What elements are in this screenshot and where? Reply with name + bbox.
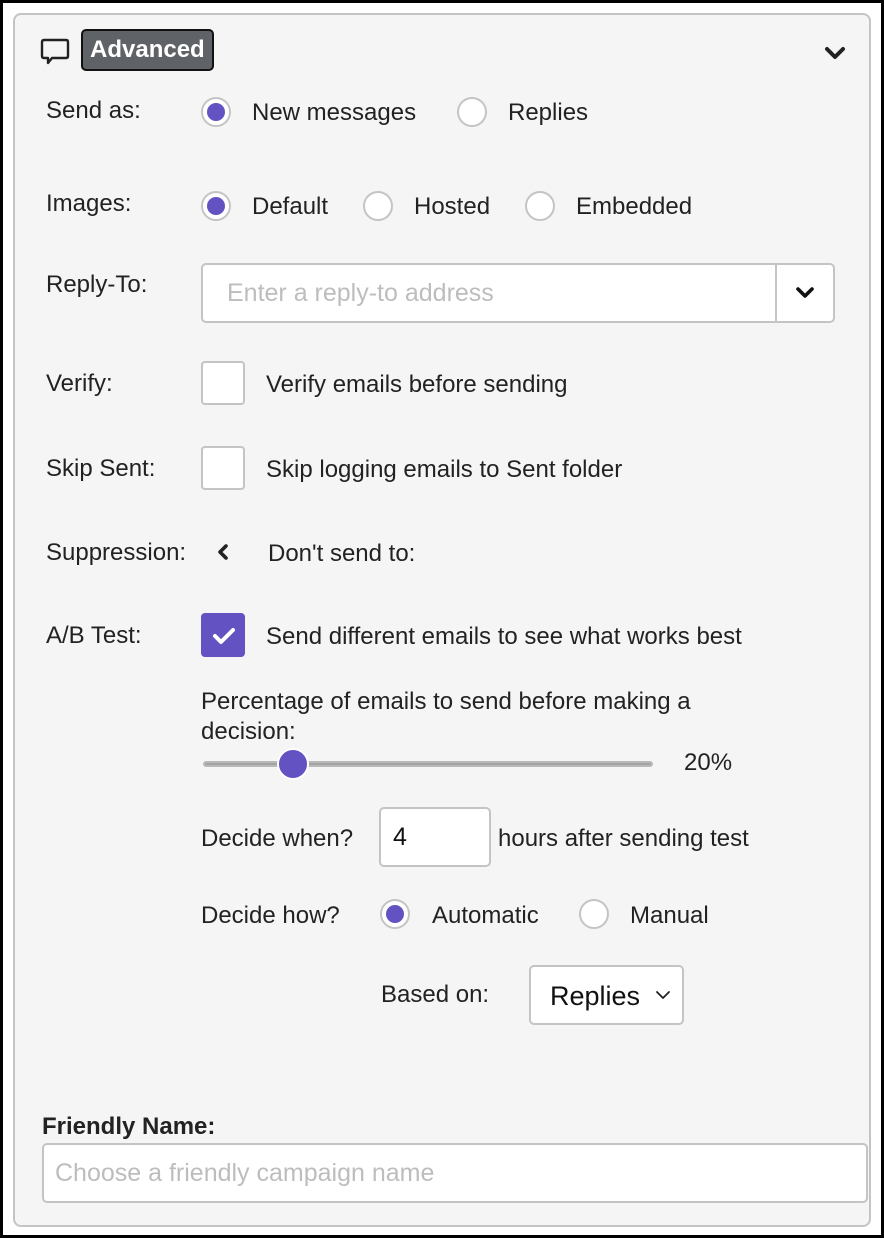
decide-when-suffix: hours after sending test	[498, 825, 749, 852]
chevron-down-icon[interactable]	[823, 43, 847, 63]
skip-sent-label: Skip Sent:	[46, 455, 156, 482]
suppression-text: Don't send to:	[268, 540, 416, 567]
decide-how-automatic-label[interactable]: Automatic	[432, 902, 539, 930]
reply-to-label: Reply-To:	[46, 271, 148, 298]
ab-test-checkbox[interactable]	[201, 613, 245, 657]
chevron-down-icon	[656, 991, 670, 999]
percentage-value: 20%	[684, 749, 733, 776]
send-as-replies-label[interactable]: Replies	[508, 99, 588, 127]
reply-to-input[interactable]	[203, 265, 775, 321]
skip-sent-text[interactable]: Skip logging emails to Sent folder	[266, 456, 622, 484]
based-on-select[interactable]: Replies	[529, 965, 684, 1025]
based-on-label: Based on:	[381, 981, 490, 1008]
advanced-badge[interactable]: Advanced	[81, 29, 214, 71]
verify-text[interactable]: Verify emails before sending	[266, 371, 568, 399]
reply-to-dropdown-button[interactable]	[775, 265, 833, 321]
images-embedded-radio[interactable]	[525, 191, 555, 221]
friendly-name-label: Friendly Name:	[42, 1113, 216, 1140]
images-hosted-label[interactable]: Hosted	[414, 193, 490, 221]
decide-how-automatic-radio[interactable]	[380, 899, 410, 929]
verify-label: Verify:	[46, 370, 113, 397]
speech-bubble-icon	[40, 38, 70, 65]
skip-sent-checkbox[interactable]	[201, 446, 245, 490]
verify-checkbox[interactable]	[201, 361, 245, 405]
reply-to-combobox	[201, 263, 835, 323]
friendly-name-input[interactable]	[44, 1145, 866, 1201]
images-hosted-radio[interactable]	[363, 191, 393, 221]
percentage-slider-thumb[interactable]	[277, 748, 309, 780]
images-default-label[interactable]: Default	[252, 193, 328, 221]
chevron-left-icon[interactable]	[215, 542, 231, 562]
images-embedded-label[interactable]: Embedded	[576, 193, 692, 221]
decide-how-manual-radio[interactable]	[579, 899, 609, 929]
send-as-new-messages-label[interactable]: New messages	[252, 99, 416, 127]
checkmark-icon	[213, 628, 235, 644]
decide-how-label: Decide how?	[201, 902, 340, 929]
ab-test-text[interactable]: Send different emails to see what works …	[266, 623, 742, 651]
percentage-slider-track[interactable]	[203, 761, 653, 767]
advanced-settings-panel: Advanced Send as: New messages Replies I…	[13, 13, 871, 1227]
decide-when-label: Decide when?	[201, 825, 354, 852]
friendly-name-field	[42, 1143, 868, 1203]
send-as-new-messages-radio[interactable]	[201, 97, 231, 127]
ab-test-label: A/B Test:	[46, 622, 142, 649]
images-label: Images:	[46, 190, 132, 217]
images-default-radio[interactable]	[201, 191, 231, 221]
send-as-replies-radio[interactable]	[457, 97, 487, 127]
decide-when-hours-input[interactable]	[379, 807, 491, 867]
based-on-value: Replies	[550, 981, 641, 1011]
suppression-label: Suppression:	[46, 539, 187, 566]
decide-how-manual-label[interactable]: Manual	[630, 902, 709, 930]
percentage-label: Percentage of emails to send before maki…	[201, 688, 691, 745]
chevron-down-icon	[796, 287, 814, 298]
send-as-label: Send as:	[46, 97, 141, 124]
